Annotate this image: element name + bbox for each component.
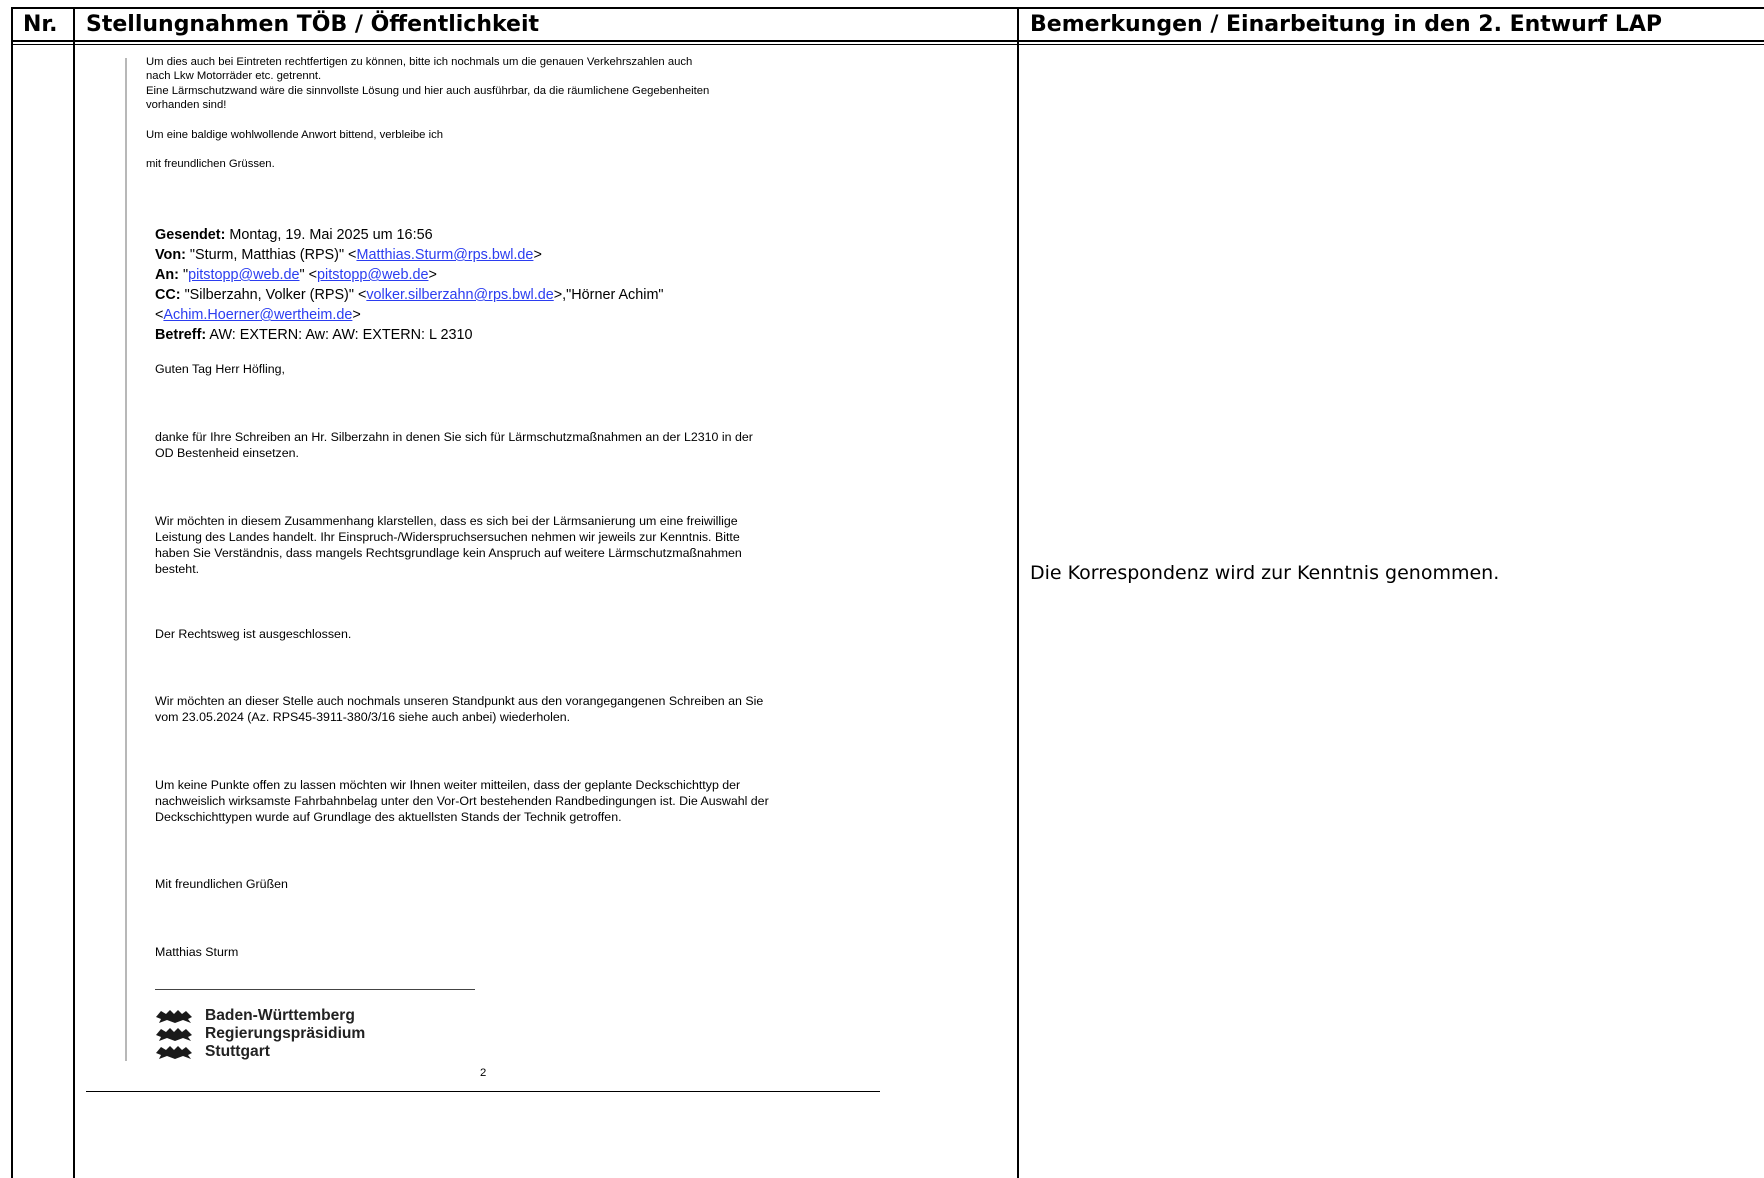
email-sent-row: Gesendet: Montag, 19. Mai 2025 um 16:56 bbox=[155, 225, 664, 245]
column-header-statements: Stellungnahmen TÖB / Öffentlichkeit bbox=[86, 12, 540, 37]
email-closing: Mit freundlichen Grüßen bbox=[155, 877, 288, 891]
paragraph-line: nachweislich wirksamste Fahrbahnbelag un… bbox=[155, 794, 769, 808]
email-greeting: Guten Tag Herr Höfling, bbox=[155, 362, 285, 376]
email-to-quote-close: " < bbox=[299, 267, 318, 283]
email-from-row: Von: "Sturm, Matthias (RPS)" <Matthias.S… bbox=[155, 245, 664, 265]
quote-bar bbox=[125, 58, 127, 1061]
email-to-quote: " bbox=[178, 267, 189, 283]
table-left-border bbox=[11, 7, 13, 1178]
email-cc-line2-end: > bbox=[352, 307, 361, 323]
paragraph-line: danke für Ihre Schreiben an Hr. Silberza… bbox=[155, 430, 753, 444]
paragraph-line: besteht. bbox=[155, 562, 200, 576]
email-from-name: "Sturm, Matthias (RPS)" < bbox=[185, 247, 357, 263]
column-header-nr: Nr. bbox=[23, 12, 58, 37]
email-from-label: Von: bbox=[155, 247, 186, 263]
column-header-remarks: Bemerkungen / Einarbeitung in den 2. Ent… bbox=[1030, 12, 1663, 37]
paragraph-line: Deckschichttypen wurde auf Grundlage des… bbox=[155, 810, 622, 824]
email-paragraph-4: Wir möchten an dieser Stelle auch nochma… bbox=[155, 693, 763, 725]
email-cc-mid: >,"Hörner Achim" bbox=[553, 287, 664, 303]
email-to-row: An: "pitstopp@web.de" <pitstopp@web.de> bbox=[155, 265, 664, 285]
quoted-line: Um dies auch bei Eintreten rechtfertigen… bbox=[146, 56, 693, 68]
lion-emblem-icon bbox=[156, 1028, 192, 1041]
paragraph-line: Wir möchten in diesem Zusammenhang klars… bbox=[155, 514, 738, 528]
logo-line: Regierungspräsidium bbox=[205, 1025, 366, 1042]
paragraph-line: vom 23.05.2024 (Az. RPS45-3911-380/3/16 … bbox=[155, 710, 571, 724]
email-to-name-link[interactable]: pitstopp@web.de bbox=[188, 267, 299, 283]
email-to-end: > bbox=[428, 267, 437, 283]
column-divider-2 bbox=[1017, 7, 1019, 1178]
email-paragraph-2: Wir möchten in diesem Zusammenhang klars… bbox=[155, 513, 742, 577]
paragraph-line: haben Sie Verständnis, dass mangels Rech… bbox=[155, 546, 742, 560]
signature-rule bbox=[155, 989, 475, 990]
email-subject-value: AW: EXTERN: Aw: AW: EXTERN: L 2310 bbox=[206, 327, 473, 343]
paragraph-line: Wir möchten an dieser Stelle auch nochma… bbox=[155, 694, 764, 708]
email-cc-row: CC: "Silberzahn, Volker (RPS)" <volker.s… bbox=[155, 285, 664, 305]
email-sent-label: Gesendet: bbox=[155, 227, 226, 243]
email-to-link[interactable]: pitstopp@web.de bbox=[317, 267, 428, 283]
email-paragraph-1: danke für Ihre Schreiben an Hr. Silberza… bbox=[155, 429, 753, 461]
email-header: Gesendet: Montag, 19. Mai 2025 um 16:56 … bbox=[155, 225, 664, 345]
email-cc-name: "Silberzahn, Volker (RPS)" < bbox=[180, 287, 367, 303]
bw-logo: Baden-Württemberg Regierungspräsidium St… bbox=[155, 1007, 365, 1061]
email-sent-value: Montag, 19. Mai 2025 um 16:56 bbox=[225, 227, 433, 243]
remark-text: Die Korrespondenz wird zur Kenntnis geno… bbox=[1030, 562, 1500, 584]
email-signature-name: Matthias Sturm bbox=[155, 945, 239, 959]
column-divider-1 bbox=[73, 7, 75, 1178]
email-to-label: An: bbox=[155, 267, 179, 283]
page-number: 2 bbox=[480, 1067, 487, 1079]
email-cc-row-2: <Achim.Hoerner@wertheim.de> bbox=[155, 305, 664, 325]
quoted-line: Eine Lärmschutzwand wäre die sinnvollste… bbox=[146, 84, 710, 97]
quoted-line: vorhanden sind! bbox=[146, 99, 227, 112]
email-from-end: > bbox=[533, 247, 542, 263]
table-top-border bbox=[11, 7, 1764, 9]
email-cc-label: CC: bbox=[155, 287, 181, 303]
logo-line: Stuttgart bbox=[205, 1043, 270, 1060]
paragraph-line: Leistung des Landes handelt. Ihr Einspru… bbox=[155, 530, 740, 544]
quoted-line: nach Lkw Motorräder etc. getrennt. bbox=[146, 70, 322, 83]
header-bottom-border bbox=[11, 40, 1764, 42]
email-paragraph-3: Der Rechtsweg ist ausgeschlossen. bbox=[155, 627, 352, 641]
logo-line: Baden-Württemberg bbox=[205, 1007, 355, 1024]
page-bottom-rule bbox=[86, 1091, 880, 1092]
email-cc-link[interactable]: volker.silberzahn@rps.bwl.de bbox=[366, 287, 553, 303]
email-subject-label: Betreff: bbox=[155, 327, 207, 343]
lion-emblem-icon bbox=[156, 1010, 192, 1023]
quoted-message: Um dies auch bei Eintreten rechtfertigen… bbox=[146, 55, 709, 113]
paragraph-line: OD Bestenheid einsetzen. bbox=[155, 446, 299, 460]
email-subject-row: Betreff: AW: EXTERN: Aw: AW: EXTERN: L 2… bbox=[155, 325, 664, 345]
paragraph-line: Um keine Punkte offen zu lassen möchten … bbox=[155, 778, 741, 792]
quoted-regards: mit freundlichen Grüssen. bbox=[146, 158, 275, 170]
email-cc-link-2[interactable]: Achim.Hoerner@wertheim.de bbox=[163, 307, 352, 323]
lion-emblem-icon bbox=[156, 1046, 192, 1059]
header-bottom-border-double bbox=[11, 44, 1764, 45]
email-paragraph-5: Um keine Punkte offen zu lassen möchten … bbox=[155, 777, 769, 825]
email-from-link[interactable]: Matthias.Sturm@rps.bwl.de bbox=[356, 247, 533, 263]
quoted-closing-request: Um eine baldige wohlwollende Anwort bitt… bbox=[146, 129, 444, 141]
